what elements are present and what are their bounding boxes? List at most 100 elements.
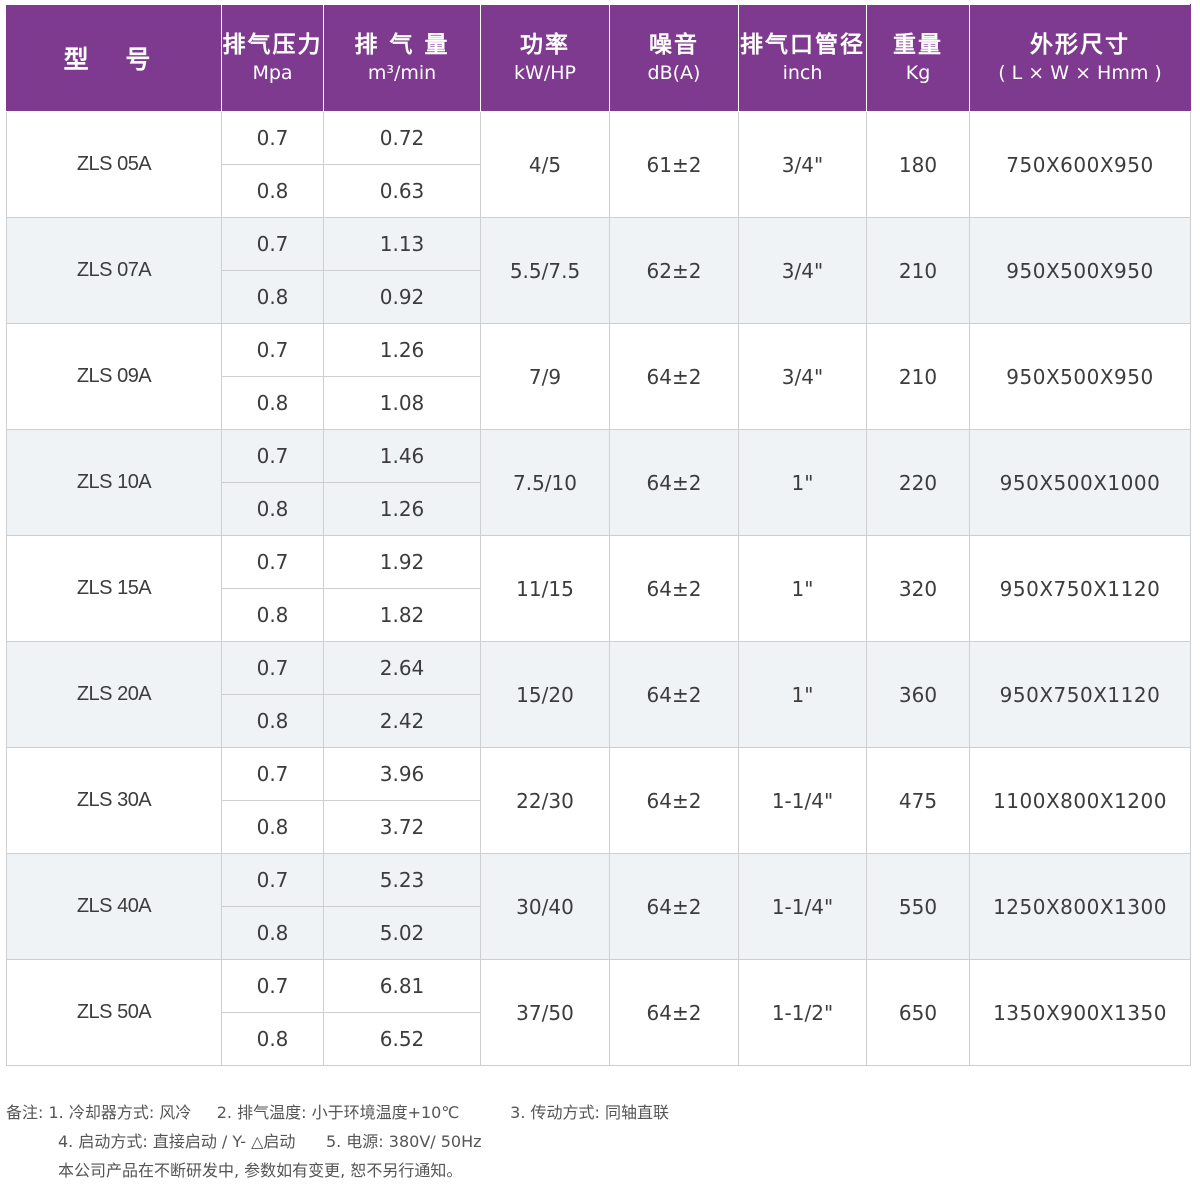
pipe-cell: 1" xyxy=(738,429,867,536)
header-model: 型 号 xyxy=(6,4,222,112)
pipe-cell: 1-1/4" xyxy=(738,853,867,960)
note-line-2: 4. 启动方式: 直接启动 / Y- △启动 5. 电源: 380V/ 50Hz xyxy=(58,1132,482,1151)
pressure-cell: 0.7 xyxy=(221,853,324,907)
pressure-cell: 0.7 xyxy=(221,429,324,483)
power-cell: 37/50 xyxy=(480,959,610,1066)
airflow-cell: 3.96 xyxy=(323,747,481,801)
weight-cell: 210 xyxy=(866,323,970,430)
airflow-cell: 1.82 xyxy=(323,588,481,642)
dimensions-cell: 1100X800X1200 xyxy=(969,747,1191,854)
power-cell: 5.5/7.5 xyxy=(480,217,610,324)
weight-cell: 220 xyxy=(866,429,970,536)
airflow-cell: 0.63 xyxy=(323,164,481,218)
model-cell: ZLS 40A xyxy=(6,853,222,960)
power-cell: 11/15 xyxy=(480,535,610,642)
airflow-cell: 6.81 xyxy=(323,959,481,1013)
header-weight: 重量 Kg xyxy=(866,4,970,112)
airflow-cell: 5.02 xyxy=(323,906,481,960)
pressure-cell: 0.8 xyxy=(221,906,324,960)
model-cell: ZLS 10A xyxy=(6,429,222,536)
pressure-cell: 0.8 xyxy=(221,164,324,218)
model-cell: ZLS 05A xyxy=(6,111,222,218)
noise-cell: 64±2 xyxy=(609,429,739,536)
weight-cell: 180 xyxy=(866,111,970,218)
pressure-cell: 0.7 xyxy=(221,747,324,801)
dimensions-cell: 950X500X950 xyxy=(969,323,1191,430)
power-cell: 7/9 xyxy=(480,323,610,430)
noise-cell: 64±2 xyxy=(609,853,739,960)
noise-cell: 62±2 xyxy=(609,217,739,324)
pipe-cell: 1-1/2" xyxy=(738,959,867,1066)
airflow-cell: 1.92 xyxy=(323,535,481,589)
header-row: 型 号 排气压力 Mpa 排 气 量 m³/min 功率 kW/HP 噪音 dB(A) … xyxy=(6,4,1191,112)
table-row: ZLS 50A 0.7 6.81 37/50 64±2 1-1/2" 650 1350X900… xyxy=(6,959,1191,1066)
model-cell: ZLS 07A xyxy=(6,217,222,324)
model-cell: ZLS 30A xyxy=(6,747,222,854)
pipe-cell: 3/4" xyxy=(738,217,867,324)
pipe-cell: 3/4" xyxy=(738,323,867,430)
airflow-cell: 6.52 xyxy=(323,1012,481,1066)
table-row: ZLS 07A 0.7 1.13 5.5/7.5 62±2 3/4" 210 950X500X… xyxy=(6,217,1191,324)
airflow-cell: 2.42 xyxy=(323,694,481,748)
table-row: ZLS 30A 0.7 3.96 22/30 64±2 1-1/4" 475 1100X800… xyxy=(6,747,1191,854)
airflow-cell: 1.46 xyxy=(323,429,481,483)
table-row: ZLS 15A 0.7 1.92 11/15 64±2 1" 320 950X750X1120 xyxy=(6,535,1191,642)
weight-cell: 210 xyxy=(866,217,970,324)
pressure-cell: 0.7 xyxy=(221,959,324,1013)
power-cell: 22/30 xyxy=(480,747,610,854)
model-cell: ZLS 50A xyxy=(6,959,222,1066)
table-row: ZLS 20A 0.7 2.64 15/20 64±2 1" 360 950X750X1120 xyxy=(6,641,1191,748)
dimensions-cell: 950X750X1120 xyxy=(969,641,1191,748)
table-row: ZLS 09A 0.7 1.26 7/9 64±2 3/4" 210 950X500X950 xyxy=(6,323,1191,430)
model-cell: ZLS 20A xyxy=(6,641,222,748)
pressure-cell: 0.8 xyxy=(221,800,324,854)
pressure-cell: 0.7 xyxy=(221,217,324,271)
dimensions-cell: 950X500X1000 xyxy=(969,429,1191,536)
dimensions-cell: 1250X800X1300 xyxy=(969,853,1191,960)
airflow-cell: 2.64 xyxy=(323,641,481,695)
header-pressure: 排气压力 Mpa xyxy=(221,4,324,112)
noise-cell: 64±2 xyxy=(609,959,739,1066)
power-cell: 15/20 xyxy=(480,641,610,748)
table-row: ZLS 40A 0.7 5.23 30/40 64±2 1-1/4" 550 1250X800… xyxy=(6,853,1191,960)
pressure-cell: 0.7 xyxy=(221,323,324,377)
pressure-cell: 0.7 xyxy=(221,641,324,695)
table-body: ZLS 05A 0.7 0.72 4/5 61±2 3/4" 180 750X600X950 0… xyxy=(6,111,1191,1066)
dimensions-cell: 750X600X950 xyxy=(969,111,1191,218)
pressure-cell: 0.7 xyxy=(221,111,324,165)
pipe-cell: 1" xyxy=(738,535,867,642)
weight-cell: 650 xyxy=(866,959,970,1066)
pressure-cell: 0.8 xyxy=(221,694,324,748)
airflow-cell: 0.92 xyxy=(323,270,481,324)
airflow-cell: 1.26 xyxy=(323,323,481,377)
pressure-cell: 0.8 xyxy=(221,588,324,642)
power-cell: 4/5 xyxy=(480,111,610,218)
pressure-cell: 0.8 xyxy=(221,1012,324,1066)
header-power: 功率 kW/HP xyxy=(480,4,610,112)
weight-cell: 320 xyxy=(866,535,970,642)
model-cell: ZLS 09A xyxy=(6,323,222,430)
dimensions-cell: 950X500X950 xyxy=(969,217,1191,324)
airflow-cell: 1.08 xyxy=(323,376,481,430)
noise-cell: 64±2 xyxy=(609,747,739,854)
weight-cell: 475 xyxy=(866,747,970,854)
airflow-cell: 3.72 xyxy=(323,800,481,854)
header-noise: 噪音 dB(A) xyxy=(609,4,739,112)
pipe-cell: 1-1/4" xyxy=(738,747,867,854)
noise-cell: 61±2 xyxy=(609,111,739,218)
header-pipe: 排气口管径 inch xyxy=(738,4,867,112)
airflow-cell: 5.23 xyxy=(323,853,481,907)
pressure-cell: 0.8 xyxy=(221,270,324,324)
header-airflow: 排 气 量 m³/min xyxy=(323,4,481,112)
weight-cell: 360 xyxy=(866,641,970,748)
header-dimensions: 外形尺寸( L × W × Hmm ) xyxy=(969,4,1191,112)
power-cell: 30/40 xyxy=(480,853,610,960)
pressure-cell: 0.7 xyxy=(221,535,324,589)
note-line-3: 本公司产品在不断研发中, 参数如有变更, 恕不另行通知。 xyxy=(58,1161,463,1180)
dimensions-cell: 950X750X1120 xyxy=(969,535,1191,642)
airflow-cell: 1.26 xyxy=(323,482,481,536)
airflow-cell: 0.72 xyxy=(323,111,481,165)
pressure-cell: 0.8 xyxy=(221,376,324,430)
pipe-cell: 1" xyxy=(738,641,867,748)
model-cell: ZLS 15A xyxy=(6,535,222,642)
